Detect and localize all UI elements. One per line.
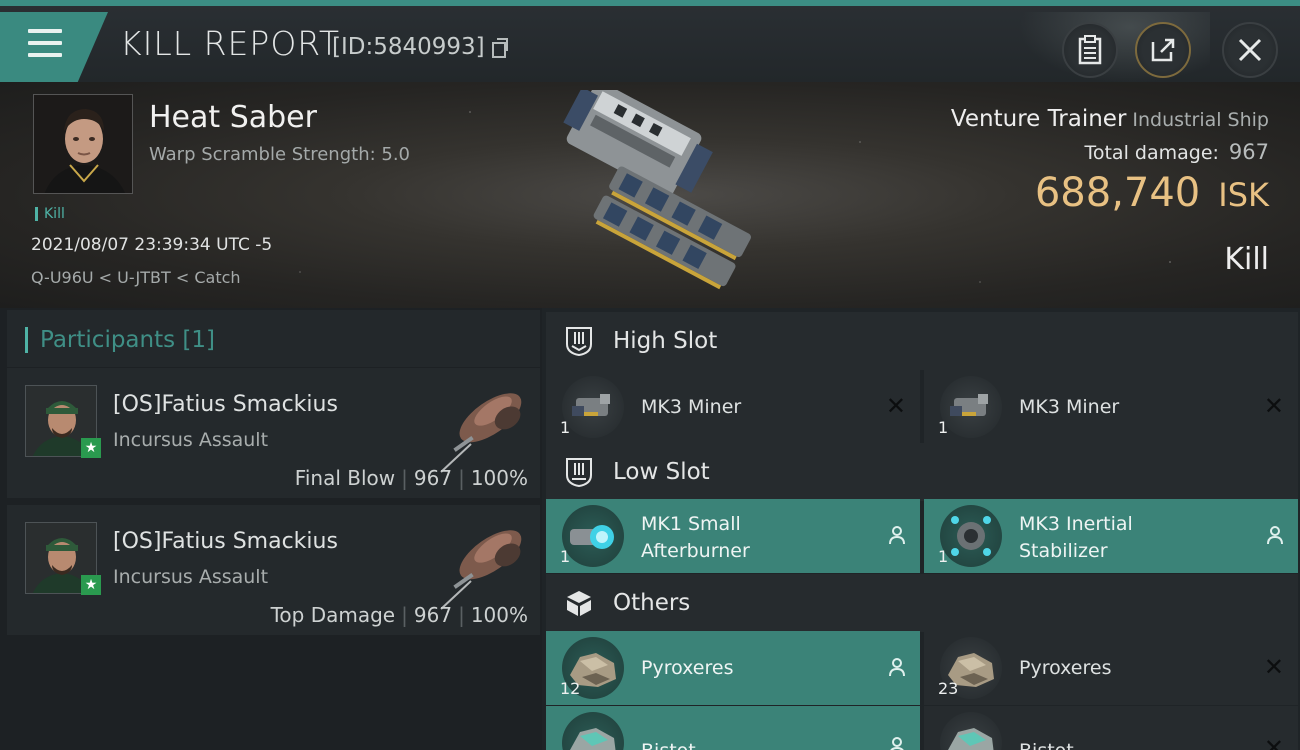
others-header: Others — [546, 574, 1298, 632]
menu-button[interactable] — [0, 12, 108, 82]
isk-value: 688,740 ISK — [1035, 170, 1269, 216]
warp-scramble-strength: Warp Scramble Strength: 5.0 — [149, 144, 411, 165]
participant-ship: Incursus Assault — [113, 566, 269, 588]
item-name: Pyroxeres — [641, 657, 734, 679]
item-name-line-1: MK3 Inertial — [1019, 513, 1133, 535]
share-icon — [1151, 38, 1175, 62]
miner-module-icon — [940, 376, 1002, 438]
share-button[interactable] — [1135, 22, 1191, 78]
cargo-item[interactable]: Bistot — [546, 706, 920, 750]
report-id: [ID:5840993] — [332, 34, 485, 60]
kill-tag: Kill — [35, 207, 65, 221]
victim-ship[interactable]: Venture Trainer Industrial Ship — [951, 106, 1269, 132]
participant-name: [OS]Fatius Smackius — [113, 529, 338, 554]
item-name: Bistot — [641, 738, 696, 750]
participant-card[interactable]: ★ [OS]Fatius Smackius Incursus Assault T… — [7, 505, 540, 635]
fitting-panel: High Slot 1 MK3 Miner ✕ 1 MK3 Miner ✕ Lo… — [542, 308, 1300, 750]
item-name-line-1: MK1 Small — [641, 513, 741, 535]
participant-ship-render — [440, 393, 522, 473]
item-name-line-2: Afterburner — [641, 540, 750, 562]
pilot-portrait-image — [34, 95, 132, 193]
participants-panel: Participants [1] ★ [OS]Fatius Smackius I… — [0, 308, 542, 750]
participant-stats: Final Blow | 967 | 100% — [294, 466, 528, 490]
x-mark-icon: ✕ — [885, 392, 906, 420]
item-name-line-2: Stabilizer — [1019, 540, 1108, 562]
low-slot-icon — [566, 458, 592, 487]
stabilizer-module-icon — [940, 505, 1002, 567]
copy-icon[interactable] — [492, 38, 508, 58]
person-icon — [890, 737, 904, 750]
item-quantity: 1 — [938, 547, 949, 566]
item-quantity: 12 — [560, 679, 581, 698]
kill-result: Kill — [1224, 242, 1269, 277]
participant-damage-percent: 100% — [470, 466, 528, 490]
module-item[interactable]: 1 MK3 Inertial Stabilizer — [924, 499, 1298, 573]
victim-name: Heat Saber — [149, 100, 317, 135]
item-name: MK3 Miner — [641, 396, 742, 418]
cargo-item[interactable]: 23 Pyroxeres ✕ — [924, 631, 1298, 705]
close-icon — [1238, 38, 1262, 62]
ore-icon — [940, 712, 1002, 750]
person-icon — [889, 526, 905, 545]
module-item[interactable]: 1 MK3 Miner ✕ — [924, 370, 1298, 444]
module-item[interactable]: 1 MK1 Small Afterburner — [546, 499, 920, 573]
cargo-item[interactable]: Bistot ✕ — [924, 706, 1298, 750]
item-quantity: 1 — [560, 547, 571, 566]
low-slot-header: Low Slot — [546, 443, 1298, 501]
cargo-item[interactable]: 12 Pyroxeres — [546, 631, 920, 705]
victim-portrait[interactable] — [33, 94, 133, 194]
miner-module-icon — [562, 376, 624, 438]
module-item[interactable]: 1 MK3 Miner ✕ — [546, 370, 920, 444]
person-icon — [889, 658, 905, 677]
kill-summary-banner: Heat Saber Warp Scramble Strength: 5.0 K… — [0, 82, 1300, 308]
isk-amount: 688,740 — [1034, 170, 1201, 216]
total-damage-label: Total damage: — [1084, 142, 1219, 164]
item-quantity: 1 — [560, 418, 571, 437]
item-quantity: 1 — [938, 418, 949, 437]
participant-damage-percent: 100% — [470, 603, 528, 627]
total-damage: Total damage: 967 — [1084, 140, 1269, 164]
participant-role: Top Damage — [270, 603, 396, 627]
item-name: MK3 Miner — [1019, 396, 1120, 418]
kill-datetime: 2021/08/07 23:39:34 UTC -5 — [31, 235, 273, 255]
participants-header: Participants [1] — [7, 310, 540, 367]
corp-star-icon: ★ — [81, 438, 101, 458]
person-icon — [1267, 526, 1283, 545]
item-name: Bistot — [1019, 738, 1074, 750]
ship-class: Industrial Ship — [1132, 109, 1269, 131]
clipboard-icon — [1078, 35, 1102, 65]
participants-title: Participants [1] — [25, 327, 215, 353]
x-mark-icon: ✕ — [1263, 653, 1284, 681]
page-title: KILL REPORT — [120, 24, 340, 63]
high-slot-icon — [566, 327, 592, 356]
participant-ship: Incursus Assault — [113, 429, 269, 451]
item-quantity: 23 — [938, 679, 959, 698]
ship-name: Venture Trainer — [950, 106, 1127, 132]
high-slot-header: High Slot — [546, 312, 1298, 370]
high-slot-label: High Slot — [613, 328, 718, 354]
isk-unit: ISK — [1218, 176, 1269, 214]
participant-ship-render — [440, 530, 522, 610]
afterburner-module-icon — [562, 505, 624, 567]
participant-role: Final Blow — [294, 466, 396, 490]
item-name: Pyroxeres — [1019, 657, 1112, 679]
close-button[interactable] — [1222, 22, 1278, 78]
top-bar: KILL REPORT [ID:5840993] — [0, 0, 1300, 88]
participant-damage: 967 — [413, 603, 453, 627]
report-button[interactable] — [1062, 22, 1118, 78]
kill-location: Q-U96U < U-JTBT < Catch — [31, 268, 241, 287]
x-mark-icon: ✕ — [1263, 734, 1284, 750]
participant-card[interactable]: ★ [OS]Fatius Smackius Incursus Assault F… — [7, 368, 540, 498]
participant-stats: Top Damage | 967 | 100% — [270, 603, 528, 627]
corp-star-icon: ★ — [81, 575, 101, 595]
victim-ship-render — [563, 90, 751, 290]
participant-damage: 967 — [413, 466, 453, 490]
cargo-box-icon — [567, 591, 591, 616]
ore-icon — [562, 712, 624, 750]
total-damage-value: 967 — [1228, 140, 1269, 164]
participant-name: [OS]Fatius Smackius — [113, 392, 338, 417]
low-slot-label: Low Slot — [613, 459, 710, 485]
x-mark-icon: ✕ — [1263, 392, 1284, 420]
others-label: Others — [613, 590, 691, 616]
